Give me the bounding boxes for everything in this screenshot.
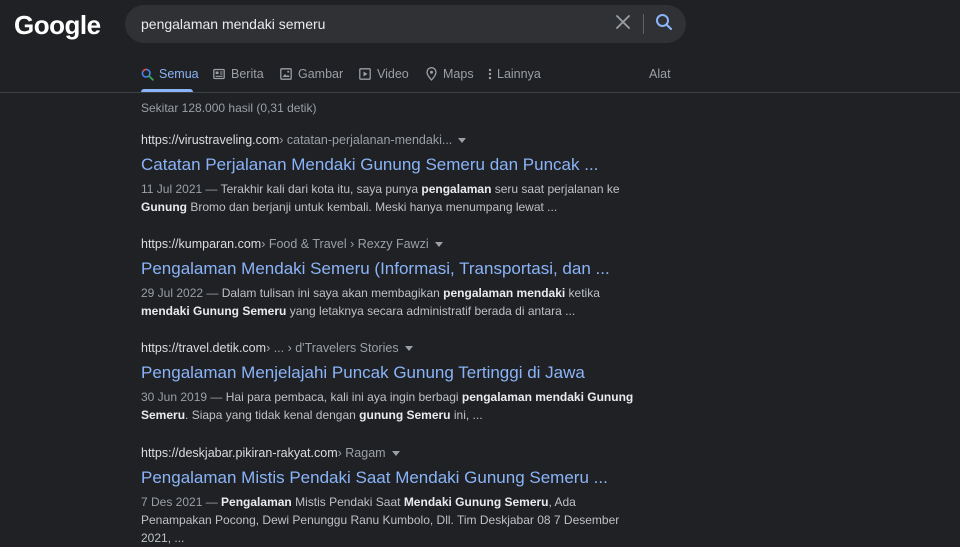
search-icon (655, 13, 673, 36)
result-snippet: 7 Des 2021 — Pengalaman Mistis Pendaki S… (141, 493, 641, 547)
search-result: https://travel.detik.com › ... › d'Trave… (141, 340, 641, 424)
clear-search-button[interactable] (611, 5, 635, 43)
snippet-highlight: pengalaman (421, 182, 492, 196)
snippet-text: ketika (565, 286, 600, 300)
result-site: https://deskjabar.pikiran-rakyat.com (141, 446, 338, 460)
news-icon (212, 67, 226, 81)
result-path: › Ragam (337, 446, 386, 460)
tab-label: Video (377, 67, 409, 81)
search-button[interactable] (649, 5, 679, 43)
result-snippet: 30 Jun 2019 — Hai para pembaca, kali ini… (141, 388, 641, 424)
result-url[interactable]: https://deskjabar.pikiran-rakyat.com › R… (141, 445, 641, 461)
search-result: https://virustraveling.com › catatan-per… (141, 132, 641, 216)
result-path: › ... › d'Travelers Stories (266, 341, 399, 355)
chevron-down-icon[interactable] (404, 345, 413, 351)
snippet-text: Terakhir kali dari kota itu, saya punya (220, 182, 422, 196)
tools-button[interactable]: Alat (649, 58, 671, 90)
map-pin-icon (424, 67, 438, 81)
result-date: 30 Jun 2019 — (141, 390, 226, 404)
snippet-highlight: mendaki Gunung Semeru (141, 304, 287, 318)
snippet-highlight: Pengalaman (221, 495, 292, 509)
search-divider (643, 14, 644, 34)
close-icon (616, 14, 630, 34)
snippet-text: Bromo dan berjanji untuk kembali. Meski … (186, 200, 558, 214)
result-snippet: 29 Jul 2022 — Dalam tulisan ini saya aka… (141, 284, 641, 320)
snippet-text: Hai para pembaca, kali ini aya ingin ber… (225, 390, 462, 404)
chevron-down-icon[interactable] (458, 137, 467, 143)
result-title-link[interactable]: Pengalaman Mendaki Semeru (Informasi, Tr… (141, 258, 641, 280)
tab-label: Semua (159, 67, 199, 81)
result-date: 7 Des 2021 — (141, 495, 222, 509)
snippet-highlight: Mendaki Gunung Semeru (403, 495, 549, 509)
search-input[interactable] (141, 5, 601, 43)
snippet-text: ini, ... (450, 408, 483, 422)
result-site: https://kumparan.com (141, 237, 262, 251)
snippet-highlight: Gunung (141, 200, 187, 214)
video-icon (358, 67, 372, 81)
search-header: Google Semua Berita (0, 0, 960, 93)
image-icon (279, 67, 293, 81)
result-title-link[interactable]: Catatan Perjalanan Mendaki Gunung Semeru… (141, 154, 641, 176)
search-box[interactable] (125, 5, 686, 43)
result-url[interactable]: https://travel.detik.com › ... › d'Trave… (141, 340, 641, 356)
result-snippet: 11 Jul 2021 — Terakhir kali dari kota it… (141, 180, 641, 216)
tab-label: Gambar (298, 67, 344, 81)
google-logo[interactable]: Google (14, 9, 101, 41)
tab-maps[interactable]: Maps (424, 58, 474, 92)
result-url[interactable]: https://virustraveling.com › catatan-per… (141, 132, 641, 148)
chevron-down-icon[interactable] (391, 450, 400, 456)
search-result: https://deskjabar.pikiran-rakyat.com › R… (141, 445, 641, 547)
active-tab-indicator (141, 89, 193, 92)
tab-gambar[interactable]: Gambar (279, 58, 343, 92)
tab-berita[interactable]: Berita (212, 58, 264, 92)
result-date: 11 Jul 2021 — (141, 182, 221, 196)
snippet-highlight: gunung Semeru (359, 408, 451, 422)
result-url[interactable]: https://kumparan.com › Food & Travel › R… (141, 236, 641, 252)
search-result: https://kumparan.com › Food & Travel › R… (141, 236, 641, 320)
result-site: https://travel.detik.com (141, 341, 267, 355)
snippet-text: . Siapa yang tidak kenal dengan (185, 408, 360, 422)
tab-label: Maps (443, 67, 474, 81)
result-date: 29 Jul 2022 — (141, 286, 222, 300)
more-vert-icon (487, 67, 493, 81)
snippet-highlight: pengalaman mendaki (443, 286, 566, 300)
snippet-text: yang letaknya secara administratif berad… (286, 304, 576, 318)
chevron-down-icon[interactable] (434, 241, 443, 247)
tab-lainnya[interactable]: Lainnya (487, 58, 541, 92)
result-title-link[interactable]: Pengalaman Mistis Pendaki Saat Mendaki G… (141, 467, 641, 489)
snippet-text: seru saat perjalanan ke (491, 182, 620, 196)
result-title-link[interactable]: Pengalaman Menjelajahi Puncak Gunung Ter… (141, 362, 641, 384)
tab-video[interactable]: Video (358, 58, 409, 92)
tab-label: Lainnya (497, 67, 541, 81)
snippet-text: Dalam tulisan ini saya akan membagikan (221, 286, 444, 300)
result-path: › catatan-perjalanan-mendaki... (279, 133, 453, 147)
result-path: › Food & Travel › Rexzy Fawzi (261, 237, 429, 251)
search-icon (141, 67, 154, 81)
tab-semua[interactable]: Semua (141, 58, 199, 92)
tab-label: Berita (231, 67, 264, 81)
result-site: https://virustraveling.com (141, 133, 280, 147)
snippet-text: Mistis Pendaki Saat (291, 495, 404, 509)
result-stats: Sekitar 128.000 hasil (0,31 detik) (141, 101, 317, 115)
